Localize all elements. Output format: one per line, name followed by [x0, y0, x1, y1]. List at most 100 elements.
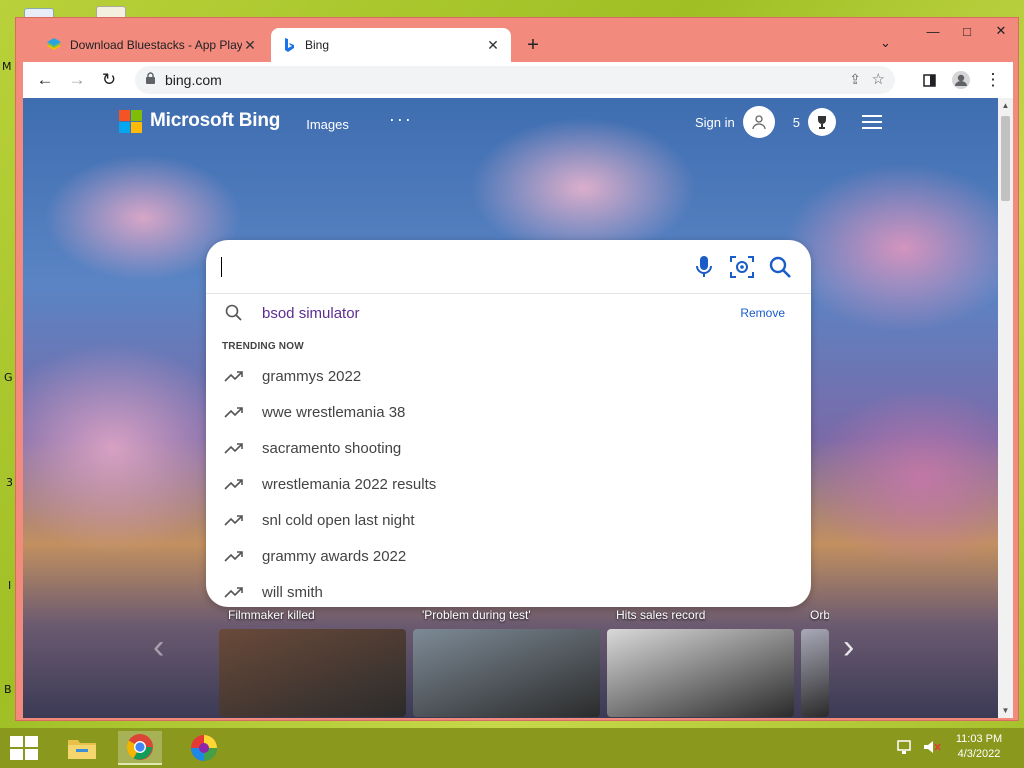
scroll-down-icon[interactable]: ▼	[998, 706, 1013, 715]
microphone-icon[interactable]	[685, 252, 723, 282]
carousel-prev-icon[interactable]: ‹	[153, 628, 164, 667]
history-item-text: bsod simulator	[262, 304, 360, 322]
trending-arrow-icon	[206, 513, 262, 527]
maximize-button[interactable]: □	[950, 18, 984, 44]
back-button[interactable]: ←	[29, 64, 61, 96]
visual-search-icon[interactable]	[723, 252, 761, 282]
trending-arrow-icon	[206, 549, 262, 563]
history-search-icon	[206, 304, 262, 322]
trending-item[interactable]: grammy awards 2022	[206, 538, 811, 574]
side-panel-icon[interactable]	[913, 64, 945, 96]
sign-in-link[interactable]: Sign in	[695, 115, 735, 130]
trending-item[interactable]: wrestlemania 2022 results	[206, 466, 811, 502]
news-thumbnail	[219, 629, 406, 717]
nav-more-button[interactable]: ···	[389, 109, 413, 130]
trending-item-text: grammy awards 2022	[262, 547, 407, 565]
trending-list: grammys 2022 wwe wrestlemania 38 sacrame…	[206, 358, 811, 610]
tab-bing[interactable]: Bing ✕	[271, 28, 511, 62]
trending-item-text: grammys 2022	[262, 367, 362, 385]
rewards-trophy-icon[interactable]	[807, 108, 836, 136]
trending-item[interactable]: sacramento shooting	[206, 430, 811, 466]
logo-square	[131, 109, 142, 121]
bing-header: Microsoft Bing Images ···	[119, 106, 413, 136]
desktop-icon-label: I	[8, 579, 12, 592]
minimize-button[interactable]: —	[916, 18, 950, 44]
network-icon[interactable]	[896, 738, 916, 756]
tab-title: Download Bluestacks - App Player	[70, 38, 242, 52]
trending-arrow-icon	[206, 477, 262, 491]
news-headline: 'Problem during test'	[422, 608, 531, 622]
taskbar-clock[interactable]: 11:03 PM 4/3/2022	[940, 732, 1018, 762]
color-wheel-app-icon[interactable]	[182, 731, 226, 765]
microsoft-logo-icon[interactable]	[119, 109, 142, 133]
reload-button[interactable]: ↻	[93, 64, 125, 96]
scroll-up-icon[interactable]: ▲	[998, 101, 1013, 110]
text-cursor	[221, 257, 222, 277]
news-headline: Filmmaker killed	[228, 608, 315, 622]
address-bar[interactable]: bing.com ⇪ ☆	[135, 66, 895, 94]
trending-item[interactable]: wwe wrestlemania 38	[206, 394, 811, 430]
trending-arrow-icon	[206, 405, 262, 419]
close-icon[interactable]: ✕	[242, 37, 258, 54]
bookmark-star-icon[interactable]: ☆	[872, 70, 885, 88]
tab-strip: Download Bluestacks - App Player ✕ Bing …	[16, 18, 1018, 62]
trending-arrow-icon	[206, 585, 262, 599]
news-thumbnail	[801, 629, 829, 717]
avatar[interactable]	[742, 106, 775, 138]
search-icon[interactable]	[761, 252, 799, 282]
news-thumbnail	[413, 629, 600, 717]
trending-item-text: wwe wrestlemania 38	[262, 403, 406, 421]
toolbar-right: ⋮	[913, 64, 1009, 96]
search-actions	[685, 252, 799, 282]
browser-window: Download Bluestacks - App Player ✕ Bing …	[15, 17, 1019, 721]
more-menu-icon[interactable]: ⋮	[977, 64, 1009, 96]
scroll-thumb[interactable]	[1001, 116, 1010, 201]
clock-time: 11:03 PM	[955, 733, 1003, 745]
news-thumbnail	[607, 629, 794, 717]
trending-item[interactable]: grammys 2022	[206, 358, 811, 394]
new-tab-button[interactable]: +	[521, 34, 545, 57]
remove-history-button[interactable]: Remove	[740, 306, 785, 320]
trending-item[interactable]: snl cold open last night	[206, 502, 811, 538]
forward-button[interactable]: →	[61, 64, 93, 96]
search-history-item[interactable]: bsod simulator Remove	[206, 298, 811, 328]
news-card[interactable]: Orb	[801, 602, 829, 718]
page-scrollbar[interactable]: ▲ ▼	[998, 98, 1013, 718]
news-card[interactable]: Hits sales record	[607, 602, 794, 718]
profile-icon[interactable]	[945, 64, 977, 96]
nav-images-link[interactable]: Images	[306, 117, 349, 132]
chevron-down-icon[interactable]: ⌄	[880, 35, 891, 51]
bing-icon	[285, 38, 294, 52]
news-carousel: Filmmaker killed 'Problem during test' H…	[203, 602, 829, 718]
lock-icon	[145, 72, 165, 88]
news-headline: Orb	[810, 608, 829, 622]
desktop-icon-label: B	[4, 683, 12, 696]
logo-square	[119, 121, 130, 133]
search-box	[206, 240, 811, 294]
trending-arrow-icon	[206, 369, 262, 383]
carousel-next-icon[interactable]: ›	[843, 628, 854, 667]
close-icon[interactable]: ✕	[485, 37, 501, 54]
logo-square	[131, 121, 142, 133]
news-card[interactable]: 'Problem during test'	[413, 602, 600, 718]
header-account-area: Sign in 5	[695, 106, 882, 138]
news-card[interactable]: Filmmaker killed	[219, 602, 406, 718]
volume-muted-icon[interactable]	[922, 738, 942, 756]
trending-item-text: sacramento shooting	[262, 439, 402, 457]
taskbar: 11:03 PM 4/3/2022	[0, 728, 1024, 768]
search-autosuggest-panel: bsod simulator Remove TRENDING NOW gramm…	[206, 240, 811, 607]
trending-now-header: TRENDING NOW	[222, 341, 304, 352]
news-headline: Hits sales record	[616, 608, 706, 622]
close-window-button[interactable]: ✕	[984, 18, 1018, 44]
tab-bluestacks[interactable]: Download Bluestacks - App Player ✕	[36, 28, 268, 62]
brand-name[interactable]: Microsoft Bing	[150, 110, 280, 132]
chrome-icon[interactable]	[118, 731, 162, 765]
file-explorer-icon[interactable]	[60, 731, 104, 765]
windows-start-icon[interactable]	[10, 736, 38, 760]
share-icon[interactable]: ⇪	[849, 71, 861, 88]
rewards-count[interactable]: 5	[793, 115, 800, 130]
clock-date: 4/3/2022	[957, 748, 1001, 760]
search-input[interactable]	[220, 252, 680, 282]
trending-item-text: snl cold open last night	[262, 511, 415, 529]
hamburger-menu-icon[interactable]	[861, 111, 882, 133]
